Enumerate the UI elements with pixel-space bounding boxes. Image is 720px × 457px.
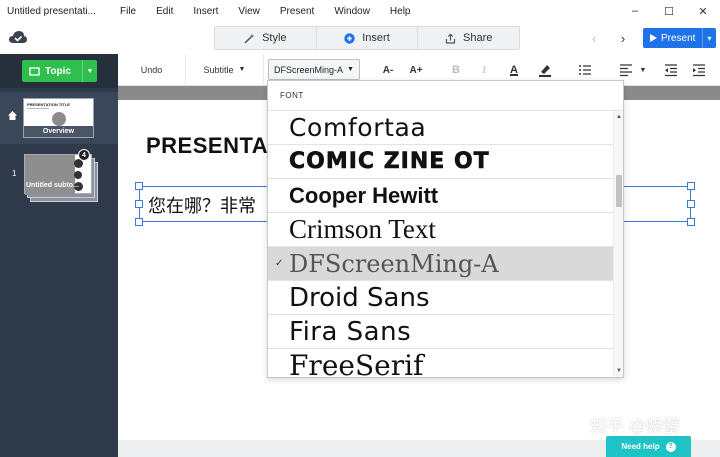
present-label: Present xyxy=(661,32,696,44)
thumbnail-dot xyxy=(74,171,82,179)
bold-button[interactable]: B xyxy=(449,62,463,78)
minimize-button[interactable]: – xyxy=(618,0,652,22)
align-dropdown-icon[interactable]: ▼ xyxy=(638,62,648,78)
menu-insert[interactable]: Insert xyxy=(183,6,228,17)
home-icon xyxy=(8,111,17,120)
share-label: Share xyxy=(463,32,493,44)
style-label: Style xyxy=(262,32,287,44)
menu-edit[interactable]: Edit xyxy=(146,6,183,17)
subtopic-count-badge: 4 xyxy=(78,149,90,161)
font-select-value: DFScreenMing-A xyxy=(274,64,344,75)
highlighter-icon[interactable] xyxy=(537,62,553,78)
close-button[interactable]: ✕ xyxy=(686,0,720,22)
font-family-select[interactable]: DFScreenMing-A ▼ xyxy=(268,59,360,80)
bullet-list-icon[interactable] xyxy=(578,63,592,77)
thumbnail-image xyxy=(25,155,75,195)
menu-view[interactable]: View xyxy=(228,6,270,17)
subtitle-label: Subtitle xyxy=(203,64,234,75)
cloud-sync-icon[interactable] xyxy=(9,30,27,44)
insert-label: Insert xyxy=(362,32,390,44)
chevron-down-icon: ▼ xyxy=(238,66,246,73)
font-option-comfortaa[interactable]: Comfortaa xyxy=(268,111,613,145)
thumbnail-title: PRESENTATION TITLE xyxy=(27,102,70,107)
slide-body-text[interactable]: 您在哪？非常 xyxy=(148,192,268,218)
menu-help[interactable]: Help xyxy=(380,6,421,17)
resize-handle-top-right[interactable] xyxy=(687,182,695,190)
outdent-icon[interactable] xyxy=(664,63,678,77)
scroll-down-icon[interactable]: ▼ xyxy=(614,366,623,376)
menu-present[interactable]: Present xyxy=(270,6,324,17)
main-toolbar: Style Insert Share ‹ › Present ▾ xyxy=(0,22,720,54)
font-option-fira-sans[interactable]: Fira Sans xyxy=(268,315,613,349)
font-option-cooper-hewitt[interactable]: Cooper Hewitt xyxy=(268,179,613,213)
style-button[interactable]: Style xyxy=(215,27,317,49)
insert-button[interactable]: Insert xyxy=(317,27,419,49)
menu-file[interactable]: File xyxy=(110,6,146,17)
resize-handle-bottom-right[interactable] xyxy=(687,218,695,226)
checkmark-icon: ✓ xyxy=(275,258,284,269)
font-option-label: DFScreenMing-A xyxy=(289,249,499,278)
sidebar-header: Topic ▼ xyxy=(0,54,118,88)
app-window: { "window": { "title": "Untitled present… xyxy=(0,0,720,457)
share-icon xyxy=(445,32,456,44)
thumbnail-circle xyxy=(52,112,66,126)
font-list: Comfortaa COMIC ZINE OT Cooper Hewitt Cr… xyxy=(268,111,613,377)
present-dropdown-icon[interactable]: ▾ xyxy=(702,28,716,48)
align-left-icon[interactable] xyxy=(619,63,633,77)
slide-number: 1 xyxy=(12,169,17,178)
font-list-scrollbar[interactable]: ▲ ▼ xyxy=(613,111,623,377)
question-icon: ? xyxy=(665,441,676,452)
toolbar-tabs: Style Insert Share xyxy=(214,26,520,50)
font-option-freeserif[interactable]: FreeSerif xyxy=(268,349,613,377)
magic-wand-icon xyxy=(244,33,255,44)
chevron-down-icon: ▼ xyxy=(347,66,354,73)
maximize-button[interactable]: ☐ xyxy=(652,0,686,22)
overview-thumbnail[interactable]: PRESENTATION TITLE Overview xyxy=(23,98,94,138)
slide-heading[interactable]: PRESENTA xyxy=(146,133,270,159)
slide-sidebar: Topic ▼ PRESENTATION TITLE Overview 1 Un… xyxy=(0,54,118,457)
topic-icon xyxy=(29,66,40,76)
font-dropdown-header: FONT xyxy=(268,81,623,111)
slide-1-row[interactable]: 1 Untitled subto... 4 xyxy=(0,146,118,206)
menu-bar: Untitled presentati... File Edit Insert … xyxy=(0,0,720,22)
thumbnail-text-line xyxy=(27,108,49,109)
resize-handle-left[interactable] xyxy=(135,200,143,208)
resize-handle-right[interactable] xyxy=(687,200,695,208)
overview-caption: Overview xyxy=(24,126,93,137)
subtitle-style-dropdown[interactable]: Subtitle ▼ xyxy=(186,54,264,85)
topic-dropdown-icon[interactable]: ▼ xyxy=(82,60,97,82)
watermark: 知乎 @螃蟹 xyxy=(590,417,680,436)
slide-1-caption: Untitled subto... xyxy=(26,182,79,189)
play-icon xyxy=(650,34,657,42)
font-option-crimson-text[interactable]: Crimson Text xyxy=(268,213,613,247)
present-button[interactable]: Present ▾ xyxy=(643,28,716,48)
text-color-button[interactable]: A xyxy=(506,62,522,78)
topic-button[interactable]: Topic ▼ xyxy=(22,60,97,82)
scroll-up-icon[interactable]: ▲ xyxy=(614,112,623,122)
plus-circle-icon xyxy=(344,32,355,44)
need-help-button[interactable]: Need help ? xyxy=(606,436,691,457)
slide-overview-row[interactable]: PRESENTATION TITLE Overview xyxy=(0,92,118,144)
font-dropdown: FONT Comfortaa COMIC ZINE OT Cooper Hewi… xyxy=(267,80,624,378)
menu-window[interactable]: Window xyxy=(324,6,380,17)
increase-font-button[interactable]: A+ xyxy=(407,62,425,78)
undo-button[interactable]: Undo xyxy=(118,54,186,85)
font-option-comic-zine[interactable]: COMIC ZINE OT xyxy=(268,145,613,179)
next-slide-button[interactable]: › xyxy=(611,28,635,48)
resize-handle-top-left[interactable] xyxy=(135,182,143,190)
italic-button[interactable]: I xyxy=(477,62,491,78)
font-option-droid-sans[interactable]: Droid Sans xyxy=(268,281,613,315)
topic-label: Topic xyxy=(45,65,71,77)
share-button[interactable]: Share xyxy=(418,27,519,49)
need-help-label: Need help xyxy=(621,442,660,451)
indent-icon[interactable] xyxy=(692,63,706,77)
previous-slide-button[interactable]: ‹ xyxy=(582,28,606,48)
window-title: Untitled presentati... xyxy=(7,5,96,17)
font-option-dfscreenming[interactable]: ✓ DFScreenMing-A xyxy=(268,247,613,281)
resize-handle-bottom-left[interactable] xyxy=(135,218,143,226)
scrollbar-thumb[interactable] xyxy=(616,175,622,207)
decrease-font-button[interactable]: A- xyxy=(379,62,397,78)
